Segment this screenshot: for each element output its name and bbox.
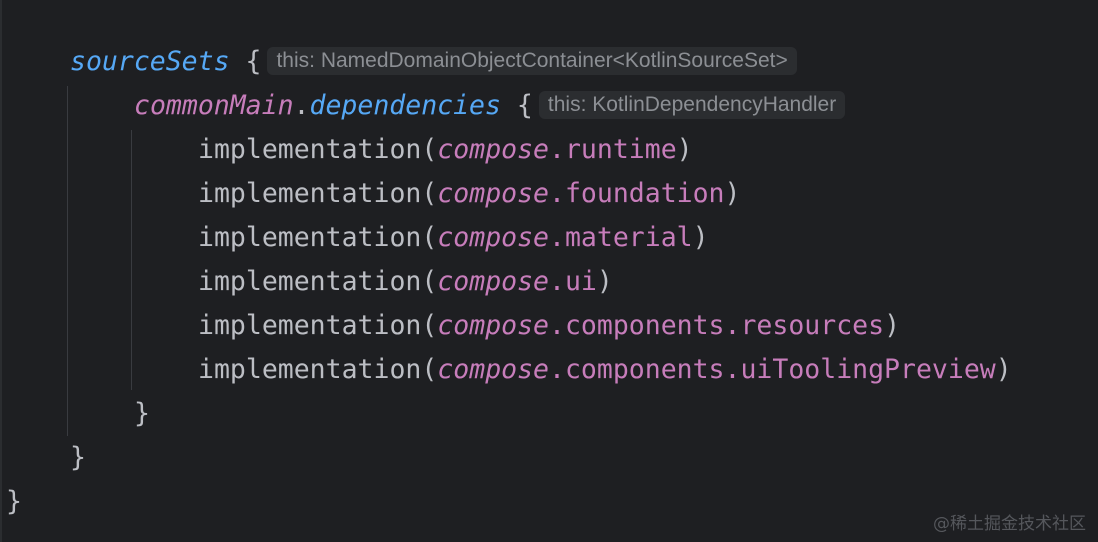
compose-receiver: compose [437, 310, 550, 341]
code-line-close-inner[interactable]: } [134, 392, 150, 436]
function-call: implementation( [198, 354, 438, 385]
close-paren: ) [884, 310, 901, 341]
code-line-dependency[interactable]: implementation(compose.components.uiTool… [198, 348, 1012, 392]
function-call: implementation( [198, 266, 438, 297]
open-brace: { [229, 46, 262, 77]
code-line-dependency[interactable]: implementation(compose.foundation) [198, 172, 740, 216]
dependency-path: .foundation [549, 178, 725, 209]
type-hint: this: KotlinDependencyHandler [538, 90, 846, 119]
function-call: implementation( [198, 310, 438, 341]
commonmain-ident: commonMain [134, 90, 294, 121]
indent-guide [131, 130, 132, 390]
dependency-path: .runtime [549, 134, 677, 165]
code-line-close-outer[interactable]: } [6, 480, 22, 524]
close-paren: ) [995, 354, 1012, 385]
sourcesets-ident: sourceSets [70, 46, 230, 77]
code-line-dependency[interactable]: implementation(compose.material) [198, 216, 709, 260]
compose-receiver: compose [437, 178, 550, 209]
close-paren: ) [676, 134, 693, 165]
dependency-path: .material [549, 222, 693, 253]
type-hint: this: NamedDomainObjectContainer<KotlinS… [267, 46, 797, 75]
code-line-dependency[interactable]: implementation(compose.ui) [198, 260, 613, 304]
open-brace: { [500, 90, 533, 121]
close-brace: } [134, 398, 150, 429]
code-line-sourcesets[interactable]: sourceSets {this: NamedDomainObjectConta… [70, 40, 797, 84]
code-line-dependency[interactable]: implementation(compose.runtime) [198, 128, 693, 172]
dot: . [293, 90, 310, 121]
dependency-path: .components.resources [549, 310, 885, 341]
code-line-close-middle[interactable]: } [70, 436, 86, 480]
code-line-dependency[interactable]: implementation(compose.components.resour… [198, 304, 900, 348]
watermark: @稀土掘金技术社区 [933, 514, 1086, 534]
close-brace: } [6, 486, 22, 517]
compose-receiver: compose [437, 266, 550, 297]
close-brace: } [70, 442, 86, 473]
function-call: implementation( [198, 134, 438, 165]
compose-receiver: compose [437, 134, 550, 165]
close-paren: ) [724, 178, 741, 209]
close-paren: ) [596, 266, 613, 297]
function-call: implementation( [198, 178, 438, 209]
close-paren: ) [692, 222, 709, 253]
indent-guide [67, 86, 68, 436]
editor-gutter-edge [0, 0, 2, 542]
compose-receiver: compose [437, 222, 550, 253]
dependencies-ident: dependencies [309, 90, 501, 121]
dependency-path: .ui [549, 266, 597, 297]
function-call: implementation( [198, 222, 438, 253]
dependency-path: .components.uiToolingPreview [549, 354, 996, 385]
compose-receiver: compose [437, 354, 550, 385]
code-line-commonmain[interactable]: commonMain.dependencies {this: KotlinDep… [134, 84, 846, 128]
